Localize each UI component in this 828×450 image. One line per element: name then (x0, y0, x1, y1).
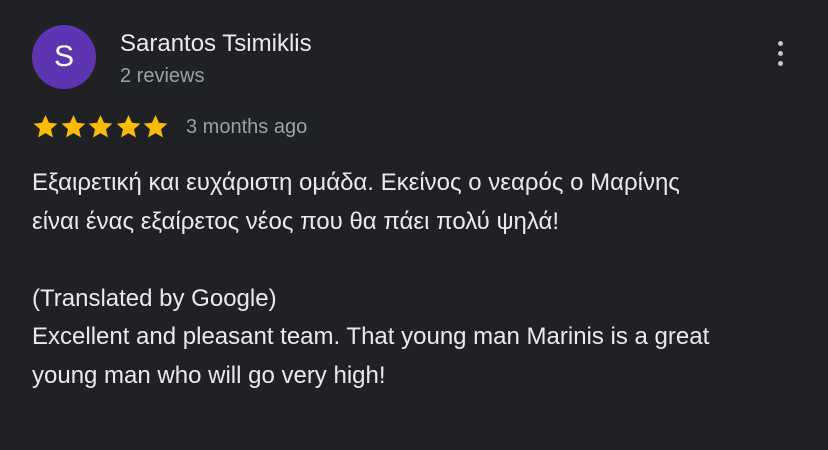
avatar[interactable]: S (32, 25, 96, 89)
review-time: 3 months ago (186, 116, 308, 138)
star-rating (32, 110, 170, 142)
star-icon (33, 114, 58, 138)
star-icon (61, 114, 85, 138)
original-review-text: Εξαιρετική και ευχάριστη ομάδα. Εκείνος … (32, 169, 680, 235)
translation-label: (Translated by Google) (32, 284, 277, 312)
review-count: 2 reviews (120, 65, 205, 87)
star-icon (88, 114, 113, 138)
translated-review-text: Excellent and pleasant team. That young … (32, 323, 710, 389)
review-text: Εξαιρετική και ευχάριστη ομάδα. Εκείνος … (32, 164, 732, 395)
review-card: S Sarantos Tsimiklis 2 reviews 3 months … (0, 0, 828, 450)
more-vert-icon-dot (777, 40, 783, 46)
more-vert-icon-dot (777, 50, 783, 56)
star-icon (143, 114, 168, 138)
star-icon (116, 114, 140, 138)
more-options-button[interactable] (760, 33, 800, 73)
more-vert-icon-dot (777, 60, 783, 66)
author-name[interactable]: Sarantos Tsimiklis (120, 28, 312, 60)
